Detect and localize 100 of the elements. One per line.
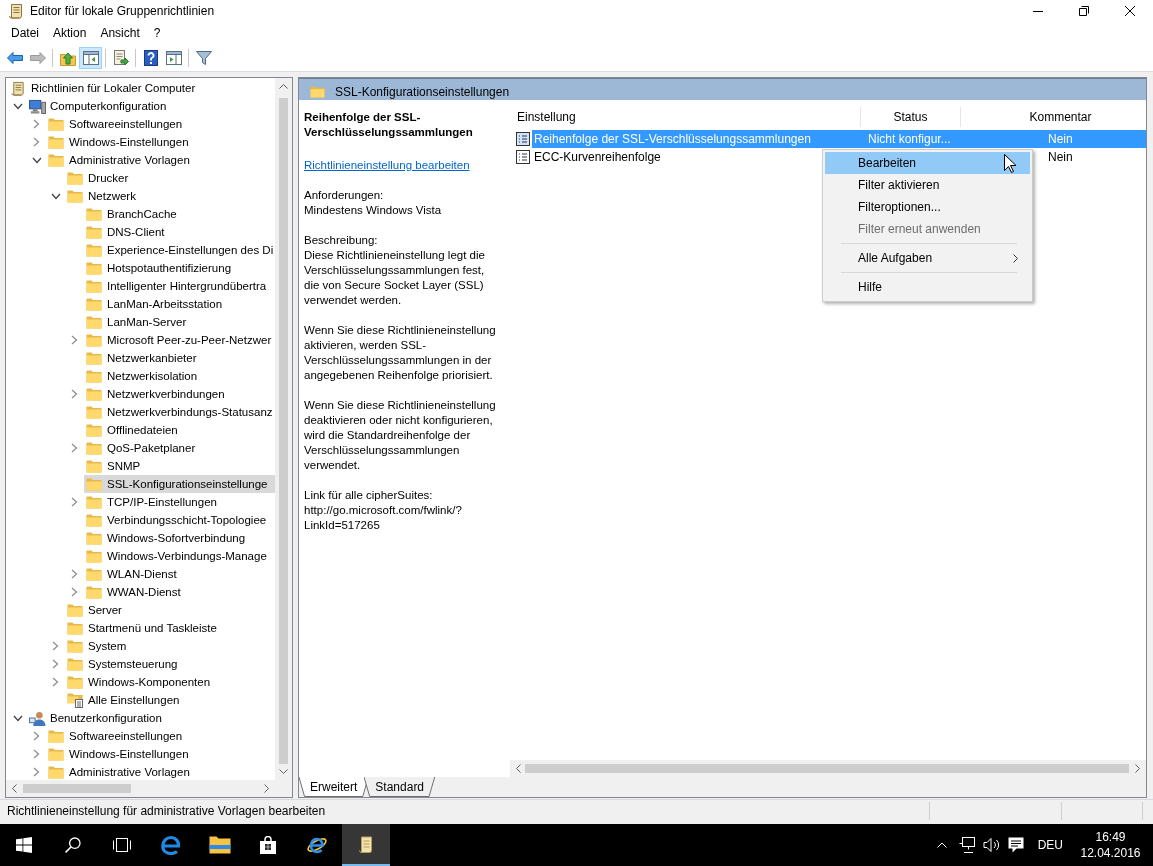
- menu-item[interactable]: Alle Aufgaben: [825, 247, 1030, 269]
- speaker-icon[interactable]: [982, 837, 1001, 853]
- tree-item[interactable]: SSL-Konfigurationseinstellunge: [84, 475, 275, 493]
- tree-item[interactable]: Drucker: [65, 169, 132, 187]
- menu-bar-item[interactable]: Ansicht: [93, 23, 147, 43]
- edit-policy-link[interactable]: Richtlinieneinstellung bearbeiten: [304, 159, 470, 171]
- tree-item[interactable]: Startmenü und Taskleiste: [65, 619, 220, 637]
- chevron-right-icon[interactable]: [71, 335, 78, 345]
- tree-item[interactable]: Windows-Komponenten: [65, 673, 214, 691]
- tree-item[interactable]: Benutzerkonfiguration: [27, 709, 165, 727]
- tree-item[interactable]: Intelligenter Hintergrundübertra: [84, 277, 270, 295]
- view-tab[interactable]: Erweitert: [299, 777, 369, 797]
- tree-item[interactable]: Netzwerkisolation: [84, 367, 201, 385]
- menu-bar-item[interactable]: Aktion: [46, 23, 94, 43]
- menu-bar-item[interactable]: Datei: [4, 23, 46, 43]
- scrollbar-thumb[interactable]: [525, 764, 1129, 773]
- table-cell[interactable]: ECC-Kurvenreihenfolge: [532, 148, 661, 166]
- tree-item[interactable]: LanMan-Arbeitsstation: [84, 295, 226, 313]
- scrollbar-thumb[interactable]: [279, 98, 288, 764]
- language-indicator[interactable]: DEU: [1027, 838, 1073, 852]
- tree-item[interactable]: Netzwerkanbieter: [84, 349, 200, 367]
- tree-item[interactable]: Experience-Einstellungen des Di: [84, 241, 275, 259]
- scroll-right-icon[interactable]: [1135, 764, 1140, 773]
- tree-item[interactable]: Netzwerkverbindungs-Statusanz: [84, 403, 275, 421]
- user-icon: [29, 710, 46, 726]
- chevron-right-icon[interactable]: [71, 569, 78, 579]
- tree-item[interactable]: Administrative Vorlagen: [46, 151, 193, 169]
- horizontal-scrollbar[interactable]: [510, 760, 1146, 777]
- tree-item[interactable]: WWAN-Dienst: [84, 583, 184, 601]
- tree-item[interactable]: WLAN-Dienst: [84, 565, 180, 583]
- scroll-left-icon[interactable]: [12, 784, 17, 793]
- tree-item[interactable]: Alle Einstellungen: [65, 691, 183, 709]
- tree-item[interactable]: Richtlinien für Lokaler Computer: [8, 79, 199, 97]
- tree-item[interactable]: Verbindungsschicht-Topologiee: [84, 511, 270, 529]
- chevron-down-icon[interactable]: [12, 102, 23, 110]
- tree-item[interactable]: Netzwerk: [65, 187, 139, 205]
- taskbar-app-button[interactable]: [341, 824, 391, 866]
- tree-item[interactable]: BranchCache: [84, 205, 180, 223]
- column-header[interactable]: Kommentar: [960, 107, 1146, 127]
- tree-item[interactable]: Administrative Vorlagen: [46, 763, 193, 780]
- chevron-right-icon[interactable]: [33, 119, 40, 129]
- tree-item[interactable]: Microsoft Peer-zu-Peer-Netzwer: [84, 331, 275, 349]
- clock-button[interactable]: 16:49 12.04.2016: [1073, 824, 1148, 866]
- tree-item[interactable]: Windows-Einstellungen: [46, 133, 192, 151]
- chevron-right-icon[interactable]: [71, 389, 78, 399]
- folder-icon: [86, 477, 102, 491]
- folder-icon: [86, 243, 102, 257]
- tree-item[interactable]: Systemsteuerung: [65, 655, 181, 673]
- column-header[interactable]: Einstellung: [510, 107, 860, 127]
- tree-item[interactable]: Softwareeinstellungen: [46, 727, 186, 745]
- network-icon[interactable]: [958, 837, 977, 853]
- chevron-right-icon[interactable]: [71, 497, 78, 507]
- export-list-icon: [112, 49, 129, 66]
- tree-item[interactable]: Server: [65, 601, 125, 619]
- chevron-right-icon[interactable]: [52, 677, 59, 687]
- tree-item[interactable]: Offlinedateien: [84, 421, 181, 439]
- chevron-down-icon[interactable]: [50, 192, 61, 200]
- tree-item[interactable]: DNS-Client: [84, 223, 168, 241]
- menu-item[interactable]: Filter aktivieren: [825, 174, 1030, 196]
- chevron-right-icon[interactable]: [33, 749, 40, 759]
- description-paragraph: Wenn Sie diese Richtlinieneinstellung deaktivieren oder nicht konfigurieren, wird die Standardreihenfolge der Verschlüsselungssammlungen verwendet.: [304, 398, 497, 473]
- tree-item[interactable]: Windows-Sofortverbindung: [84, 529, 249, 547]
- tree-item[interactable]: QoS-Paketplaner: [84, 439, 199, 457]
- chevron-right-icon[interactable]: [71, 587, 78, 597]
- chevron-right-icon[interactable]: [33, 731, 40, 741]
- table-cell: Nein: [960, 130, 1146, 148]
- chevron-down-icon[interactable]: [31, 156, 42, 164]
- chevron-up-icon[interactable]: [936, 842, 947, 848]
- tree-item[interactable]: LanMan-Server: [84, 313, 190, 331]
- tree-item[interactable]: Windows-Einstellungen: [46, 745, 192, 763]
- tree-item[interactable]: Hotspotauthentifizierung: [84, 259, 235, 277]
- scroll-right-icon[interactable]: [264, 784, 269, 793]
- scroll-left-icon[interactable]: [516, 764, 521, 773]
- tree-item[interactable]: SNMP: [84, 457, 144, 475]
- chevron-down-icon[interactable]: [12, 714, 23, 722]
- restore-icon: [1079, 6, 1089, 16]
- tree-item[interactable]: Computerkonfiguration: [27, 97, 170, 115]
- view-tab[interactable]: Standard: [364, 777, 436, 797]
- table-cell-text: Nein: [1048, 149, 1073, 166]
- chevron-right-icon[interactable]: [52, 641, 59, 651]
- chevron-right-icon[interactable]: [33, 767, 40, 777]
- show-hide-tree-button[interactable]: [79, 46, 102, 69]
- column-header[interactable]: Status: [860, 107, 960, 127]
- tree-item[interactable]: Softwareeinstellungen: [46, 115, 186, 133]
- chevron-right-icon[interactable]: [52, 659, 59, 669]
- chevron-right-icon[interactable]: [71, 443, 78, 453]
- tree-item[interactable]: System: [65, 637, 130, 655]
- tree-item[interactable]: Netzwerkverbindungen: [84, 385, 228, 403]
- notification-icon[interactable]: [1007, 837, 1024, 853]
- chevron-right-icon[interactable]: [33, 137, 40, 147]
- scroll-down-icon[interactable]: [279, 769, 288, 774]
- menu-item[interactable]: Bearbeiten: [825, 152, 1030, 174]
- tree-item[interactable]: Windows-Verbindungs-Manage: [84, 547, 270, 565]
- menu-item[interactable]: Hilfe: [825, 276, 1030, 298]
- tree-item[interactable]: TCP/IP-Einstellungen: [84, 493, 220, 511]
- requirements-text: Mindestens Windows Vista: [304, 203, 443, 218]
- menu-bar-item[interactable]: ?: [146, 23, 168, 43]
- scrollbar-thumb[interactable]: [23, 784, 131, 793]
- menu-item[interactable]: Filteroptionen...: [825, 196, 1030, 218]
- scroll-up-icon[interactable]: [279, 84, 288, 89]
